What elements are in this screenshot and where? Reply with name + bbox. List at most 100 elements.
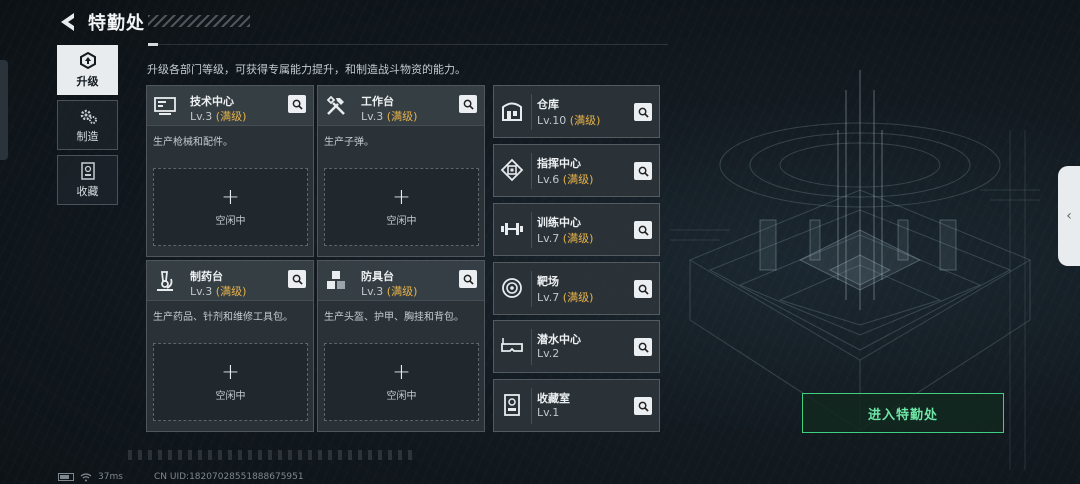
left-edge-handle[interactable] xyxy=(0,60,8,160)
facility-description: 生产子弹。 xyxy=(324,137,374,148)
plus-icon: + xyxy=(392,184,411,210)
search-icon xyxy=(463,274,474,285)
battery-icon xyxy=(58,473,74,481)
bottom-dots-decoration xyxy=(128,450,418,460)
facility-card-command-center[interactable]: 指挥中心 Lv.6 (满级) xyxy=(493,144,660,197)
facility-description: 生产枪械和配件。 xyxy=(153,137,233,148)
max-level-badge: (满级) xyxy=(386,110,418,123)
facility-level: Lv.3 (满级) xyxy=(190,285,247,298)
search-icon xyxy=(638,342,649,353)
facility-card-armor-bench[interactable]: 防具台 Lv.3 (满级) 生产头盔、护甲、胸挂和背包。 + 空闲中 xyxy=(317,260,485,432)
gears-icon xyxy=(80,109,97,124)
max-level-badge: (满级) xyxy=(562,232,594,245)
search-button[interactable] xyxy=(634,280,652,298)
warehouse-icon xyxy=(502,102,522,121)
production-slot[interactable]: + 空闲中 xyxy=(153,343,308,421)
card-divider xyxy=(531,271,532,307)
facility-level: Lv.2 xyxy=(537,347,560,360)
card-divider xyxy=(531,94,532,130)
max-level-badge: (满级) xyxy=(562,291,594,304)
max-level-badge: (满级) xyxy=(215,110,247,123)
facility-name: 靶场 xyxy=(537,275,559,288)
search-button[interactable] xyxy=(634,221,652,239)
enter-special-ops-button[interactable]: 进入特勤处 xyxy=(802,393,1004,433)
facility-card-pharmacy[interactable]: 制药台 Lv.3 (满级) 生产药品、针剂和维修工具包。 + 空闲中 xyxy=(146,260,314,432)
facility-name: 制药台 xyxy=(190,270,223,283)
tab-upgrade[interactable]: 升级 xyxy=(57,45,118,95)
facility-card-training-center[interactable]: 训练中心 Lv.7 (满级) xyxy=(493,203,660,256)
facility-level: Lv.3 (满级) xyxy=(361,285,418,298)
target-icon xyxy=(502,278,522,298)
facility-level: Lv.10 (满级) xyxy=(537,114,601,127)
facility-description: 生产头盔、护甲、胸挂和背包。 xyxy=(324,312,464,323)
production-slot[interactable]: + 空闲中 xyxy=(324,168,479,246)
card-divider xyxy=(531,388,532,424)
facility-name: 技术中心 xyxy=(190,95,234,108)
plus-icon: + xyxy=(392,359,411,385)
search-icon xyxy=(292,99,303,110)
facility-card-shooting-range[interactable]: 靶场 Lv.7 (满级) xyxy=(493,262,660,315)
tab-collection-label: 收藏 xyxy=(76,184,99,198)
search-icon xyxy=(638,107,649,118)
facility-level: Lv.1 xyxy=(537,406,560,419)
facility-level: Lv.3 (满级) xyxy=(190,110,247,123)
chevron-left-icon: ‹ xyxy=(1066,208,1072,224)
search-button[interactable] xyxy=(634,397,652,415)
facility-name: 潜水中心 xyxy=(537,333,581,346)
back-arrow-icon[interactable] xyxy=(56,10,80,34)
search-button[interactable] xyxy=(288,95,306,113)
right-edge-handle[interactable]: ‹ xyxy=(1058,166,1080,266)
collection-icon xyxy=(80,161,95,180)
diving-mask-icon xyxy=(501,338,523,352)
search-icon xyxy=(638,401,649,412)
search-icon xyxy=(638,166,649,177)
plus-icon: + xyxy=(221,359,240,385)
search-button[interactable] xyxy=(634,103,652,121)
search-icon xyxy=(638,284,649,295)
armor-blocks-icon xyxy=(327,271,345,289)
tab-upgrade-label: 升级 xyxy=(76,74,99,88)
tools-icon xyxy=(326,95,345,115)
production-slot[interactable]: + 空闲中 xyxy=(153,168,308,246)
facility-name: 收藏室 xyxy=(537,392,570,405)
facility-card-collection-room[interactable]: 收藏室 Lv.1 xyxy=(493,379,660,432)
search-icon xyxy=(292,274,303,285)
facility-level: Lv.7 (满级) xyxy=(537,291,594,304)
tab-collection[interactable]: 收藏 xyxy=(57,155,118,205)
facility-card-workbench[interactable]: 工作台 Lv.3 (满级) 生产子弹。 + 空闲中 xyxy=(317,85,485,257)
facility-name: 指挥中心 xyxy=(537,157,581,170)
search-button[interactable] xyxy=(634,338,652,356)
facility-name: 训练中心 xyxy=(537,216,581,229)
card-divider xyxy=(531,329,532,365)
card-header: 技术中心 Lv.3 (满级) xyxy=(147,86,313,126)
search-button[interactable] xyxy=(459,95,477,113)
search-button[interactable] xyxy=(288,270,306,288)
monitor-icon xyxy=(154,97,176,115)
header-divider xyxy=(148,43,668,46)
tab-craft[interactable]: 制造 xyxy=(57,100,118,150)
production-slot[interactable]: + 空闲中 xyxy=(324,343,479,421)
player-uid: CN UID:18207028551888675951 xyxy=(154,472,304,482)
upgrade-icon xyxy=(79,51,96,69)
facility-description: 生产药品、针剂和维修工具包。 xyxy=(153,312,293,323)
search-icon xyxy=(463,99,474,110)
facility-card-warehouse[interactable]: 仓库 Lv.10 (满级) xyxy=(493,85,660,138)
max-level-badge: (满级) xyxy=(569,114,601,127)
search-button[interactable] xyxy=(634,162,652,180)
status-bar: 37ms xyxy=(58,472,123,482)
page-title: 特勤处 xyxy=(88,13,145,34)
facility-name: 工作台 xyxy=(361,95,394,108)
page-description: 升级各部门等级，可获得专属能力提升，和制造战斗物资的能力。 xyxy=(147,63,466,76)
max-level-badge: (满级) xyxy=(215,285,247,298)
facility-card-tech-center[interactable]: 技术中心 Lv.3 (满级) 生产枪械和配件。 + 空闲中 xyxy=(146,85,314,257)
max-level-badge: (满级) xyxy=(562,173,594,186)
slot-status: 空闲中 xyxy=(386,215,417,227)
facility-name: 防具台 xyxy=(361,270,394,283)
search-button[interactable] xyxy=(459,270,477,288)
facility-level: Lv.6 (满级) xyxy=(537,173,594,186)
facility-name: 仓库 xyxy=(537,98,559,111)
ping-value: 37ms xyxy=(98,472,123,482)
facility-card-diving-center[interactable]: 潜水中心 Lv.2 xyxy=(493,320,660,373)
microscope-icon xyxy=(157,271,173,291)
command-chip-icon xyxy=(500,158,524,182)
